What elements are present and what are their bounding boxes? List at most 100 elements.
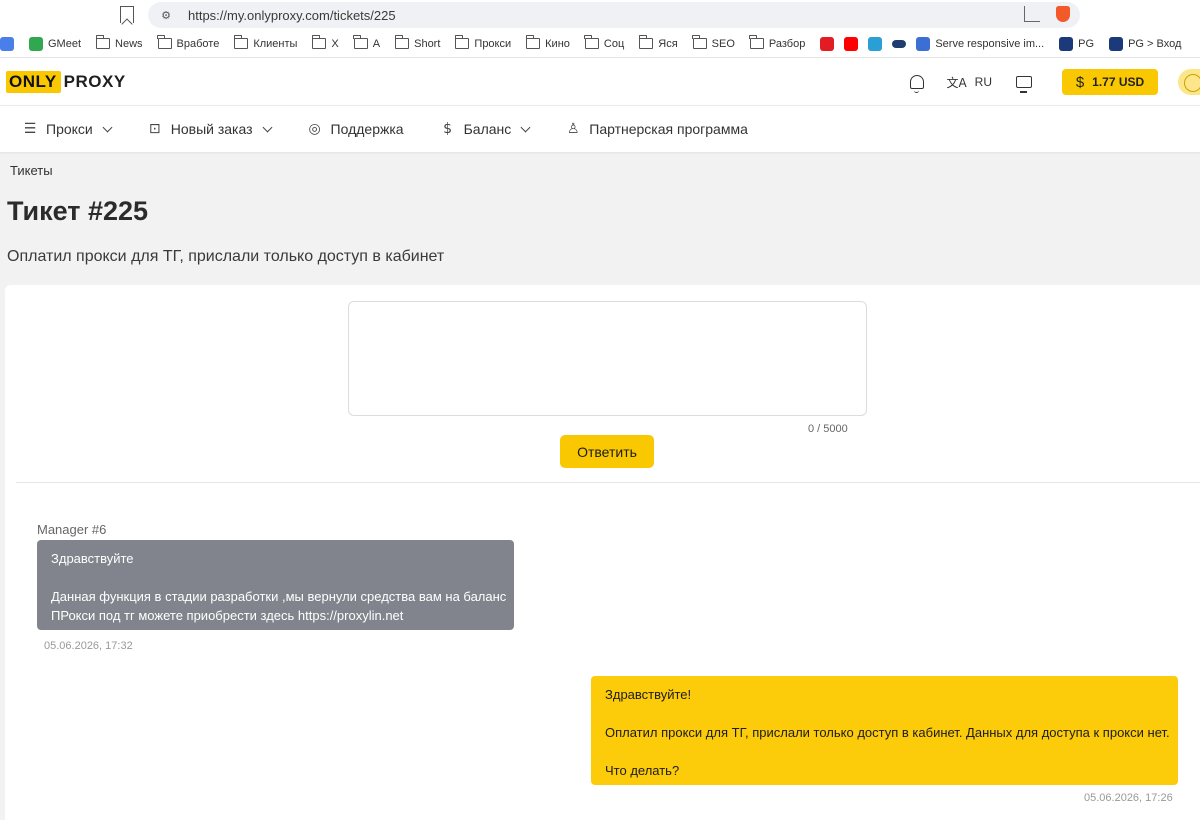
message-gap — [605, 742, 1164, 761]
bookmark-folder[interactable]: Яся — [638, 35, 678, 50]
list-icon: ☰ — [23, 121, 37, 137]
bookmark-item[interactable]: GMeet — [29, 36, 81, 51]
message-time: 05.06.2026, 17:32 — [44, 640, 133, 652]
nav-label: Новый заказ — [170, 121, 253, 137]
balance-amount: 1.77 USD — [1092, 75, 1145, 89]
share-icon[interactable] — [1024, 6, 1040, 22]
bookmark-label: Кино — [545, 37, 570, 50]
bookmark-folder[interactable]: A — [353, 35, 381, 50]
nav-label: Баланс — [463, 121, 512, 137]
bookmark-label: A — [372, 37, 381, 50]
bookmark-icon[interactable] — [120, 6, 134, 23]
folder-icon — [233, 35, 249, 49]
bookmark-folder[interactable]: Кино — [525, 35, 570, 50]
folder-icon — [95, 35, 111, 49]
logo-proxy: PROXY — [63, 71, 126, 91]
pg-icon — [1059, 36, 1074, 51]
message-line: Здравствуйте — [51, 551, 134, 566]
message-line: Здравствуйте! — [605, 687, 692, 702]
reply-button[interactable]: Ответить — [560, 435, 654, 468]
bookmark-item[interactable]: PG > Вход — [1109, 36, 1182, 51]
bookmark-label: Клиенты — [253, 37, 298, 50]
bookmark-item[interactable] — [844, 36, 859, 51]
logo-only: ONLY — [6, 70, 61, 93]
nav-new-order[interactable]: ⊡ Новый заказ — [147, 121, 272, 137]
message-line: Что делать? — [605, 763, 680, 778]
logo[interactable]: ONLY PROXY — [6, 70, 126, 93]
bookmark-folder[interactable]: X — [311, 35, 339, 50]
brave-shield-icon[interactable] — [1056, 6, 1070, 22]
bell-icon[interactable] — [910, 75, 925, 93]
bookmark-label: Яся — [658, 37, 678, 50]
page-title: Тикет #225 — [7, 196, 149, 226]
language-switcher[interactable]: 文A RU — [946, 74, 992, 91]
ticket-card: 0 / 5000 Ответить Manager #6 Здравствуйт… — [5, 285, 1200, 820]
bookmark-label: Вработе — [176, 37, 220, 50]
nav-label: Партнерская программа — [589, 121, 748, 137]
folder-icon — [525, 35, 541, 49]
nav-balance[interactable]: $ Баланс — [440, 121, 531, 137]
bookmark-item[interactable] — [0, 36, 14, 51]
balance-button[interactable]: $ 1.77 USD — [1062, 69, 1158, 95]
bookmark-item[interactable]: Serve responsive im... — [916, 36, 1044, 51]
bookmark-item[interactable]: PG — [1059, 36, 1094, 51]
youtube-icon — [844, 36, 859, 51]
lifebuoy-icon: ◎ — [308, 121, 321, 137]
site-settings-icon[interactable]: ⚙ — [158, 7, 174, 23]
bookmarks-bar: GMeet News Вработе Клиенты X A Short Про… — [0, 30, 1200, 58]
ticket-subject: Оплатил прокси для ТГ, прислали только д… — [7, 248, 445, 265]
translate-icon: 文A — [946, 75, 967, 90]
nav-label: Поддержка — [330, 121, 404, 137]
manager-message: Здравствуйте Данная функция в стадии раз… — [37, 540, 514, 630]
folder-icon — [692, 35, 707, 49]
message-line: Данная функция в стадии разработки ,мы в… — [51, 589, 507, 604]
bookmark-item[interactable] — [892, 39, 907, 48]
dollar-icon: $ — [1075, 73, 1085, 91]
bookmark-folder[interactable]: News — [95, 35, 143, 50]
bookmark-label: Short — [414, 37, 441, 50]
app-header: ONLY PROXY 文A RU $ 1.77 USD — [0, 58, 1200, 106]
folder-icon — [353, 35, 368, 49]
folder-icon — [749, 35, 764, 49]
chevron-down-icon — [102, 122, 113, 132]
bookmark-folder[interactable]: Соц — [584, 35, 624, 50]
bookmark-item[interactable] — [820, 36, 835, 51]
nav-support[interactable]: ◎ Поддержка — [307, 121, 404, 137]
bookmark-label: SEO — [711, 37, 735, 50]
message-gap — [51, 568, 500, 587]
user-message: Здравствуйте! Оплатил прокси для ТГ, при… — [591, 676, 1178, 785]
avatar[interactable] — [1178, 69, 1200, 95]
folder-icon — [584, 35, 599, 49]
reply-textarea[interactable] — [348, 301, 867, 416]
arrow-icon — [916, 36, 931, 51]
bookmark-label: X — [331, 37, 339, 50]
bookmark-folder[interactable]: Прокси — [454, 35, 511, 50]
basket-icon: ⊡ — [148, 121, 161, 137]
chevron-down-icon — [520, 122, 531, 132]
bookmark-folder[interactable]: SEO — [692, 35, 735, 50]
bookmark-folder[interactable]: Разбор — [749, 35, 806, 50]
nav-partner-program[interactable]: ♙ Партнерская программа — [565, 121, 748, 137]
message-time: 05.06.2026, 17:26 — [1084, 792, 1173, 804]
bookmark-folder[interactable]: Вработе — [157, 35, 220, 50]
bookmark-label: Разбор — [768, 37, 806, 50]
bookmark-item[interactable] — [868, 36, 883, 51]
main-nav: ☰ Прокси ⊡ Новый заказ ◎ Поддержка $ Бал… — [0, 106, 1200, 153]
nav-proxies[interactable]: ☰ Прокси — [22, 121, 113, 137]
char-counter: 0 / 5000 — [808, 423, 848, 435]
bookmark-folder[interactable]: Клиенты — [233, 35, 298, 50]
browser-toolbar: ⚙ https://my.onlyproxy.com/tickets/225 — [0, 0, 1200, 30]
oval-icon — [892, 39, 907, 48]
dollar-icon: $ — [443, 121, 453, 137]
breadcrumb[interactable]: Тикеты — [10, 163, 53, 178]
folder-icon — [454, 35, 470, 49]
folder-icon — [394, 35, 410, 49]
bookmark-folder[interactable]: Short — [394, 35, 441, 50]
bookmark-label: PG > Вход — [1128, 37, 1182, 50]
pg-icon — [1109, 36, 1124, 51]
address-bar[interactable]: ⚙ https://my.onlyproxy.com/tickets/225 — [148, 2, 1080, 28]
gmeet-icon — [29, 36, 43, 51]
folder-icon — [638, 35, 654, 49]
monitor-icon[interactable] — [1016, 76, 1032, 93]
message-line: Оплатил прокси для ТГ, прислали только д… — [605, 725, 1170, 740]
